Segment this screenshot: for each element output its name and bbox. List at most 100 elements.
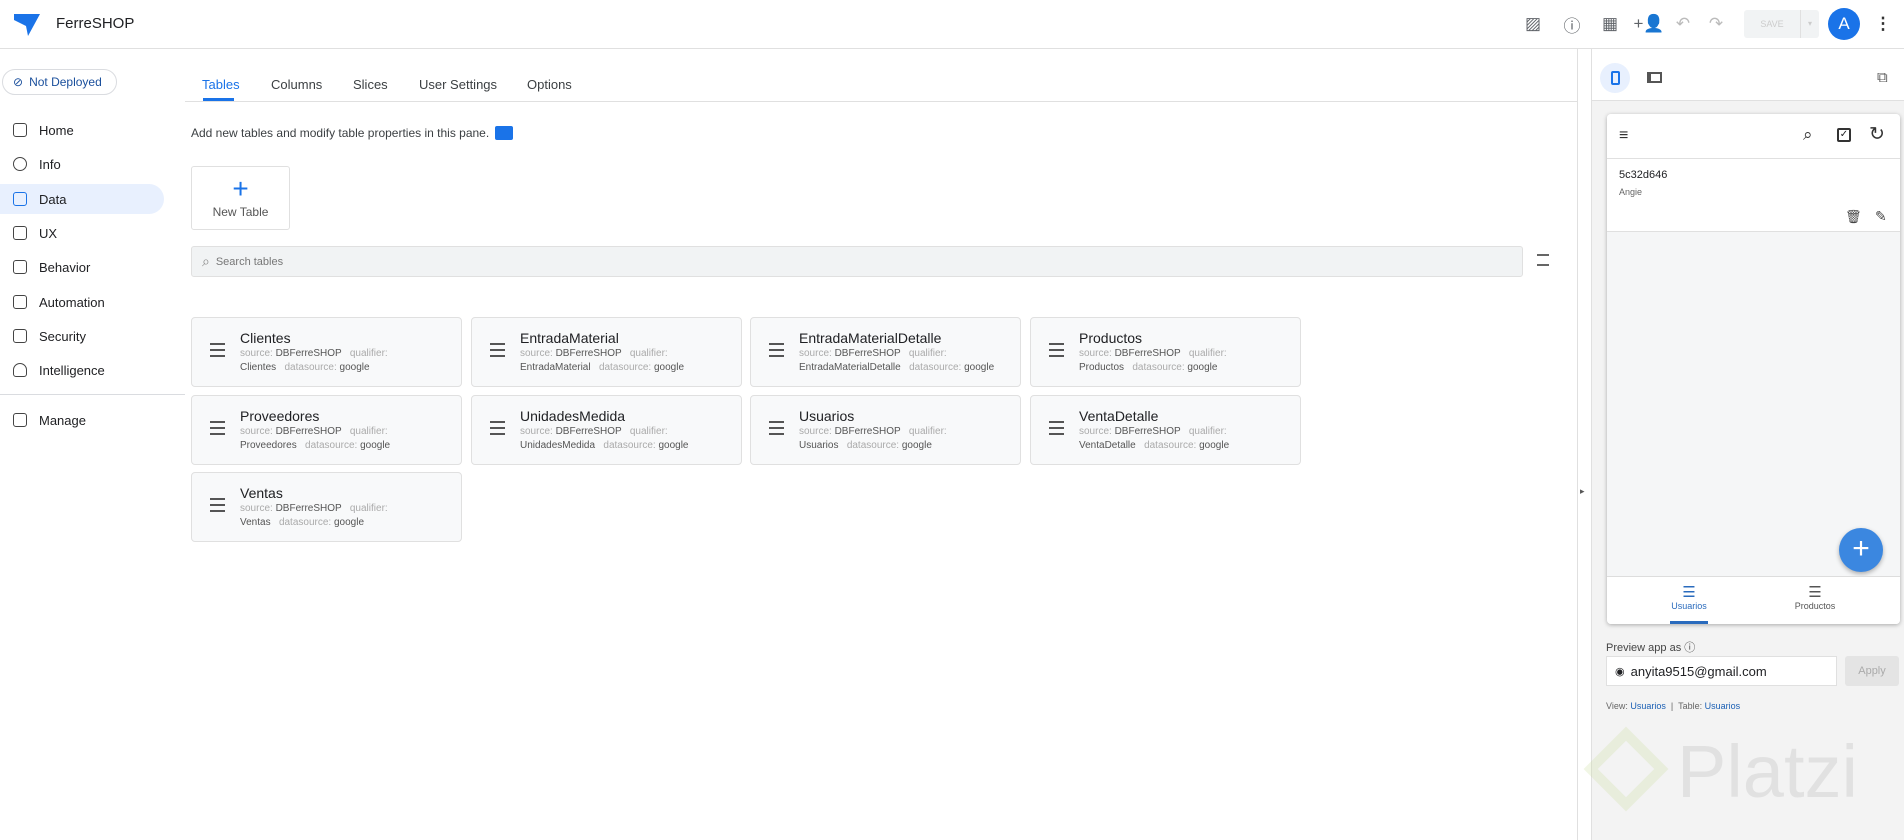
new-table-button[interactable]: + New Table [191, 166, 290, 230]
tab-user-settings[interactable]: User Settings [419, 77, 497, 92]
help-icon[interactable]: ⓘ [1560, 12, 1584, 36]
sidebar-item-ux[interactable]: UX [0, 218, 164, 248]
table-card[interactable]: Proveedores source: DBFerreSHOP qualifie… [191, 395, 462, 465]
nav-label: Productos [1794, 601, 1836, 611]
sidebar-item-automation[interactable]: Automation [0, 287, 164, 317]
table-indent-icon [210, 343, 225, 357]
source-value: DBFerreSHOP [275, 426, 342, 437]
sidebar-item-intelligence[interactable]: Intelligence [0, 355, 164, 385]
datasource-value: google [339, 362, 370, 373]
save-dropdown-icon[interactable]: ▾ [1800, 10, 1819, 38]
table-card[interactable]: VentaDetalle source: DBFerreSHOP qualifi… [1030, 395, 1301, 465]
gallery-icon[interactable]: ▦ [1598, 12, 1622, 36]
refresh-icon[interactable]: ↻ [1869, 123, 1885, 146]
nav-label: Usuarios [1671, 601, 1707, 611]
sidebar-item-label: Info [39, 156, 61, 172]
qualifier-value: VentaDetalle [1079, 440, 1136, 451]
source-value: DBFerreSHOP [275, 503, 342, 514]
qualifier-value: Usuarios [799, 440, 839, 451]
list-item[interactable]: 5c32d646 Angie 🗑 ✎ [1607, 159, 1900, 232]
tab-slices[interactable]: Slices [353, 77, 388, 92]
view-link[interactable]: Usuarios [1630, 701, 1666, 711]
platzi-logo-mark [1583, 726, 1669, 812]
docs-book-icon[interactable] [495, 126, 514, 140]
search-input[interactable]: ⌕ Search tables [191, 246, 1523, 277]
sidebar-item-info[interactable]: Info [0, 149, 164, 179]
table-indent-icon [490, 343, 505, 357]
table-card[interactable]: Ventas source: DBFerreSHOP qualifier: Ve… [191, 472, 462, 542]
sidebar-item-home[interactable]: Home [0, 115, 164, 145]
list-icon: ☰ [1808, 584, 1822, 601]
sidebar-item-label: Data [39, 191, 67, 207]
qualifier-label: qualifier: [349, 503, 388, 514]
source-label: source: [240, 503, 273, 514]
qualifier-label: qualifier: [908, 426, 947, 437]
sidebar-item-label: Behavior [39, 259, 91, 275]
datasource-label: datasource: [1132, 362, 1185, 373]
qualifier-value: Proveedores [240, 440, 297, 451]
phone-icon [1610, 71, 1620, 85]
table-card[interactable]: Productos source: DBFerreSHOP qualifier:… [1030, 317, 1301, 387]
preview-toggle-icon[interactable]: ▨ [1521, 12, 1545, 36]
save-button[interactable]: SAVE [1744, 10, 1800, 38]
tab-options[interactable]: Options [527, 77, 572, 92]
checkbox-icon[interactable]: ✓ [1837, 128, 1851, 142]
share-user-icon[interactable]: +👤 [1633, 12, 1664, 36]
datasource-value: google [1199, 440, 1230, 451]
info-icon[interactable]: ⓘ [1684, 642, 1695, 654]
search-icon[interactable]: ⌕ [1803, 125, 1813, 145]
redo-icon[interactable]: ↷ [1704, 12, 1728, 36]
source-value: DBFerreSHOP [1114, 426, 1181, 437]
table-card[interactable]: EntradaMaterial source: DBFerreSHOP qual… [471, 317, 742, 387]
sidebar-item-manage[interactable]: Manage [0, 405, 164, 435]
sidebar-item-label: UX [39, 225, 58, 241]
plus-icon: + [232, 173, 249, 204]
qualifier-value: EntradaMaterialDetalle [799, 362, 901, 373]
view-toggle-icon[interactable] [1537, 254, 1549, 266]
table-card[interactable]: UnidadesMedida source: DBFerreSHOP quali… [471, 395, 742, 465]
sidebar-item-behavior[interactable]: Behavior [0, 252, 164, 282]
table-qualifier-line: Proveedores datasource: google [240, 440, 390, 451]
source-label: source: [799, 426, 832, 437]
data-icon [13, 192, 27, 206]
datasource-value: google [333, 517, 365, 528]
tablet-icon[interactable] [1647, 72, 1662, 83]
source-label: source: [520, 426, 553, 437]
phone-mode-button[interactable] [1600, 63, 1630, 93]
open-external-icon[interactable]: ⧉ [1877, 69, 1888, 86]
datasource-label: datasource: [846, 440, 900, 451]
table-card[interactable]: Usuarios source: DBFerreSHOP qualifier: … [750, 395, 1021, 465]
table-card[interactable]: Clientes source: DBFerreSHOP qualifier: … [191, 317, 462, 387]
sidebar-item-label: Automation [39, 294, 105, 310]
table-name: EntradaMaterialDetalle [799, 330, 942, 346]
search-icon: ⌕ [202, 253, 210, 269]
qualifier-value: UnidadesMedida [520, 440, 596, 451]
table-indent-icon [210, 421, 225, 435]
sidebar-item-data[interactable]: Data [0, 184, 164, 214]
deploy-status-pill[interactable]: ⊘ Not Deployed [2, 69, 117, 95]
more-menu-icon[interactable]: ⋮ [1871, 12, 1895, 36]
tab-tables[interactable]: Tables [202, 77, 240, 92]
nav-productos[interactable]: ☰ Productos [1773, 583, 1857, 611]
avatar[interactable]: A [1828, 8, 1860, 40]
table-link[interactable]: Usuarios [1705, 701, 1741, 711]
source-label: source: [799, 348, 832, 359]
tab-columns[interactable]: Columns [271, 77, 322, 92]
table-qualifier-line: VentaDetalle datasource: google [1079, 440, 1229, 451]
table-card[interactable]: EntradaMaterialDetalle source: DBFerreSH… [750, 317, 1021, 387]
trash-icon[interactable]: 🗑 [1845, 209, 1862, 225]
undo-icon[interactable]: ↶ [1671, 12, 1695, 36]
sort-icon[interactable]: ≡ [1619, 128, 1628, 144]
deploy-status-label: Not Deployed [29, 75, 102, 89]
table-indent-icon [490, 421, 505, 435]
collapse-panel-icon[interactable]: ▸ [1580, 486, 1585, 497]
sidebar-item-security[interactable]: Security [0, 321, 164, 351]
preview-email-input[interactable]: ◉ anyita9515@gmail.com [1606, 656, 1837, 686]
edit-icon[interactable]: ✎ [1875, 208, 1887, 225]
add-fab[interactable]: + [1839, 528, 1883, 572]
source-value: DBFerreSHOP [275, 348, 342, 359]
datasource-value: google [360, 440, 391, 451]
apply-button[interactable]: Apply [1845, 656, 1899, 686]
qualifier-label: qualifier: [629, 348, 668, 359]
nav-usuarios[interactable]: ☰ Usuarios [1647, 583, 1731, 611]
